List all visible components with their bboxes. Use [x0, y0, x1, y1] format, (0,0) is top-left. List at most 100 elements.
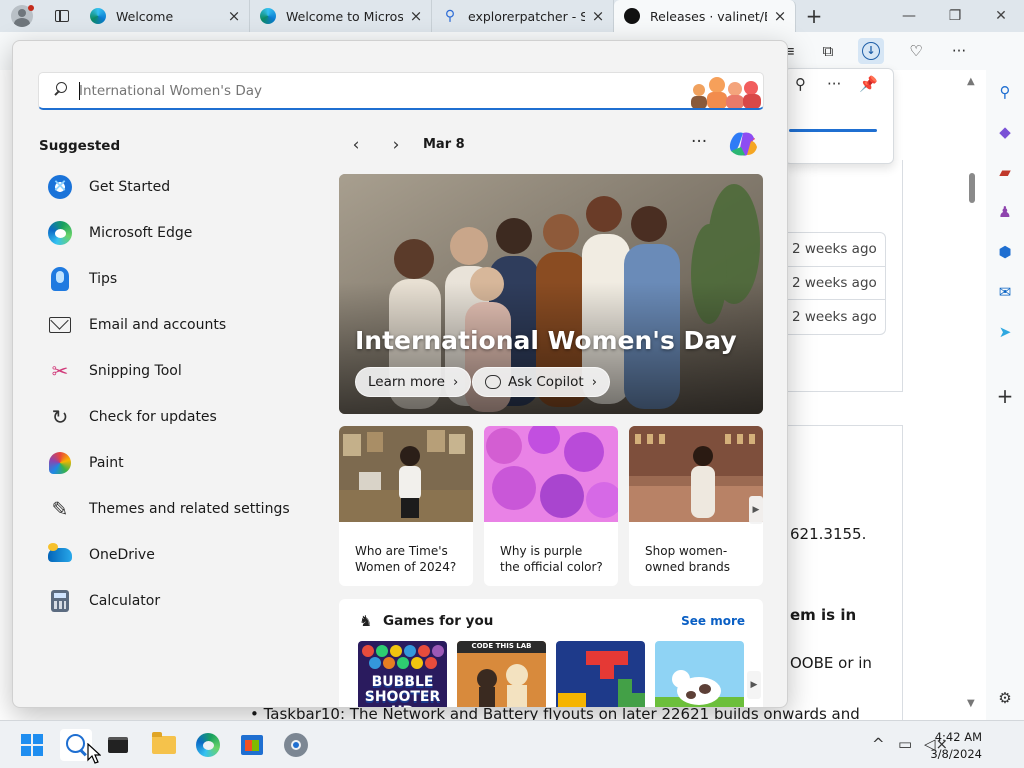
card-caption: Why is purple the official color? — [500, 544, 603, 574]
sidebar-settings-icon[interactable]: ⚙ — [993, 686, 1017, 710]
games-icon[interactable]: ♟ — [993, 200, 1017, 224]
github-icon — [624, 8, 640, 24]
game-title: BUBBLE SHOOTER HD — [364, 674, 441, 708]
suggested-item-get-started[interactable]: Get Started — [39, 164, 329, 210]
suggested-item-onedrive[interactable]: OneDrive — [39, 532, 329, 578]
taskbar-edge[interactable] — [192, 729, 224, 761]
close-tab-icon[interactable]: × — [409, 7, 423, 25]
taskbar-settings[interactable] — [280, 729, 312, 761]
icon-slot — [47, 542, 73, 568]
suggested-item-label: Themes and related settings — [89, 501, 290, 517]
taskbar-store[interactable] — [236, 729, 268, 761]
close-tab-icon[interactable]: × — [591, 7, 605, 25]
tab-title: Welcome — [116, 8, 174, 24]
folder-icon — [152, 732, 176, 754]
suggested-item-label: Snipping Tool — [89, 363, 182, 379]
browser-essentials-icon[interactable]: ♡ — [903, 38, 929, 64]
suggested-item-microsoft-edge[interactable]: Microsoft Edge — [39, 210, 329, 256]
close-button[interactable]: ✕ — [978, 0, 1024, 32]
suggested-item-label: Get Started — [89, 179, 171, 195]
card-image — [629, 426, 763, 522]
hero-banner[interactable]: International Women's Day Learn more › As… — [339, 174, 763, 414]
store-icon — [241, 735, 263, 755]
suggested-item-check-updates[interactable]: ↻ Check for updates — [39, 394, 329, 440]
suggested-heading: Suggested — [39, 138, 121, 154]
hero-title: International Women's Day — [355, 326, 737, 355]
card-purple-color[interactable]: Why is purple the official color? — [484, 426, 618, 586]
add-sidebar-app-icon[interactable]: + — [993, 384, 1017, 408]
suggested-item-snipping-tool[interactable]: ✂ Snipping Tool — [39, 348, 329, 394]
scroll-down-icon[interactable]: ▼ — [967, 698, 975, 709]
tray-overflow-chevron[interactable]: ^ — [872, 735, 885, 753]
taskbar-file-explorer[interactable] — [148, 729, 180, 761]
icon-slot — [47, 312, 73, 338]
microsoft-365-icon[interactable]: ⬢ — [993, 240, 1017, 264]
suggested-item-email-accounts[interactable]: Email and accounts — [39, 302, 329, 348]
divider — [786, 425, 903, 426]
game-tile-farm[interactable] — [655, 641, 744, 707]
system-clock[interactable]: 4:42 AM 3/8/2024 — [930, 729, 982, 763]
pin-icon[interactable]: 📌 — [859, 75, 878, 93]
windows-logo-icon — [21, 734, 43, 756]
icon-slot: ✎ — [47, 496, 73, 522]
cards-next-button[interactable]: ▶ — [749, 496, 763, 524]
chevron-right-icon: › — [591, 374, 597, 390]
edge-icon — [90, 8, 106, 24]
more-options-button[interactable]: ··· — [691, 132, 707, 152]
icon-slot — [47, 266, 73, 292]
tools-icon[interactable]: ▰ — [993, 160, 1017, 184]
settings-more-icon[interactable]: ··· — [946, 38, 972, 64]
tab-releases[interactable]: Releases · valinet/Expl × — [614, 0, 796, 32]
suggested-item-paint[interactable]: Paint — [39, 440, 329, 486]
learn-more-button[interactable]: Learn more › — [355, 367, 472, 397]
see-more-link[interactable]: See more — [681, 614, 745, 628]
search-icon[interactable]: ⚲ — [993, 80, 1017, 104]
profile-button[interactable] — [0, 0, 44, 32]
game-tile-bubble-shooter[interactable]: BUBBLE SHOOTER HD — [358, 641, 447, 708]
card-caption: Who are Time's Women of 2024? — [355, 544, 457, 574]
drop-icon[interactable]: ➤ — [993, 320, 1017, 344]
tab-welcome[interactable]: Welcome × — [80, 0, 250, 32]
taskbar-terminal[interactable] — [102, 729, 134, 761]
games-next-button[interactable]: ▶ — [747, 671, 761, 699]
copilot-icon[interactable] — [727, 129, 759, 159]
clock-time: 4:42 AM — [934, 730, 982, 744]
tab-actions-button[interactable] — [44, 0, 80, 32]
suggested-item-themes[interactable]: ✎ Themes and related settings — [39, 486, 329, 532]
suggested-item-calculator[interactable]: Calculator — [39, 578, 329, 624]
scrollbar-thumb[interactable] — [969, 173, 975, 203]
more-options-icon[interactable]: ··· — [827, 75, 841, 93]
new-tab-button[interactable]: + — [796, 4, 832, 28]
card-women-owned-brands[interactable]: Shop women-owned brands — [629, 426, 763, 586]
game-tile-chess[interactable]: CODE THIS LAB — [457, 641, 546, 707]
close-tab-icon[interactable]: × — [773, 7, 787, 25]
page-scrollbar[interactable]: ▲ ▼ — [964, 70, 980, 720]
suggested-item-label: Email and accounts — [89, 317, 227, 333]
game-tile-block-puzzle[interactable] — [556, 641, 645, 707]
search-box[interactable] — [38, 72, 764, 110]
minimize-button[interactable]: — — [886, 0, 932, 32]
text-caret — [79, 82, 80, 100]
collections-icon[interactable]: ⧉ — [815, 38, 841, 64]
game-thumbnail — [655, 641, 744, 707]
suggested-item-tips[interactable]: Tips — [39, 256, 329, 302]
previous-day-button[interactable]: ‹ — [343, 132, 369, 158]
ask-copilot-button[interactable]: Ask Copilot › — [472, 367, 610, 397]
mouse-cursor-icon — [87, 743, 101, 764]
mail-icon — [49, 317, 71, 333]
maximize-button[interactable]: ❐ — [932, 0, 978, 32]
outlook-icon[interactable]: ✉ — [993, 280, 1017, 304]
shopping-icon[interactable]: ◆ — [993, 120, 1017, 144]
start-button[interactable] — [16, 729, 48, 761]
scroll-up-icon[interactable]: ▲ — [967, 76, 975, 87]
network-icon[interactable]: ▭ — [898, 735, 912, 753]
card-time-women[interactable]: Who are Time's Women of 2024? — [339, 426, 473, 586]
next-day-button[interactable]: › — [383, 132, 409, 158]
tab-welcome-microsoft[interactable]: Welcome to Microsof × — [250, 0, 432, 32]
game-pieces-icon: ♞ — [359, 612, 373, 630]
downloads-button[interactable]: ↓ — [858, 38, 884, 64]
tab-explorerpatcher-search[interactable]: ⚲ explorerpatcher - Sea × — [432, 0, 614, 32]
close-tab-icon[interactable]: × — [227, 7, 241, 25]
search-input[interactable] — [79, 80, 639, 102]
search-downloads-icon[interactable]: ⚲ — [795, 75, 806, 93]
